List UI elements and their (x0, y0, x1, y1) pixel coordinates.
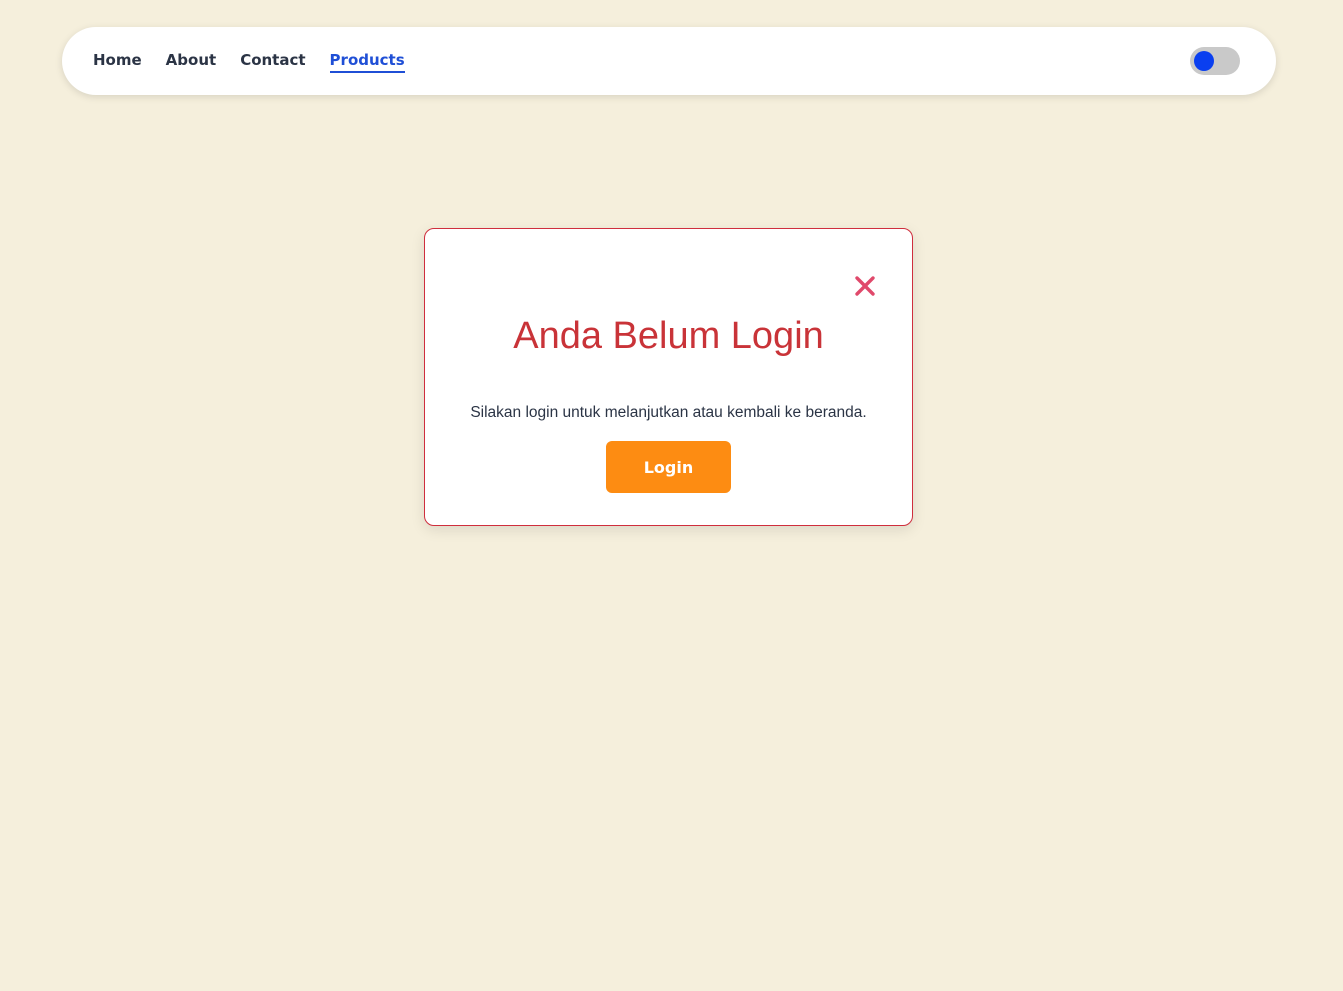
navbar: Home About Contact Products (62, 27, 1276, 95)
modal-title: Anda Belum Login (513, 315, 824, 357)
close-icon (855, 276, 875, 296)
modal-message: Silakan login untuk melanjutkan atau kem… (470, 404, 867, 421)
nav-link-products[interactable]: Products (329, 51, 405, 73)
nav-link-about[interactable]: About (166, 51, 217, 73)
nav-link-home[interactable]: Home (93, 51, 142, 73)
theme-toggle[interactable] (1190, 47, 1240, 75)
login-button[interactable]: Login (606, 441, 731, 493)
toggle-knob (1194, 51, 1214, 71)
nav-links: Home About Contact Products (93, 27, 405, 95)
close-button[interactable] (853, 274, 877, 298)
login-required-modal: Anda Belum Login Silakan login untuk mel… (424, 228, 913, 526)
nav-link-contact[interactable]: Contact (240, 51, 305, 73)
